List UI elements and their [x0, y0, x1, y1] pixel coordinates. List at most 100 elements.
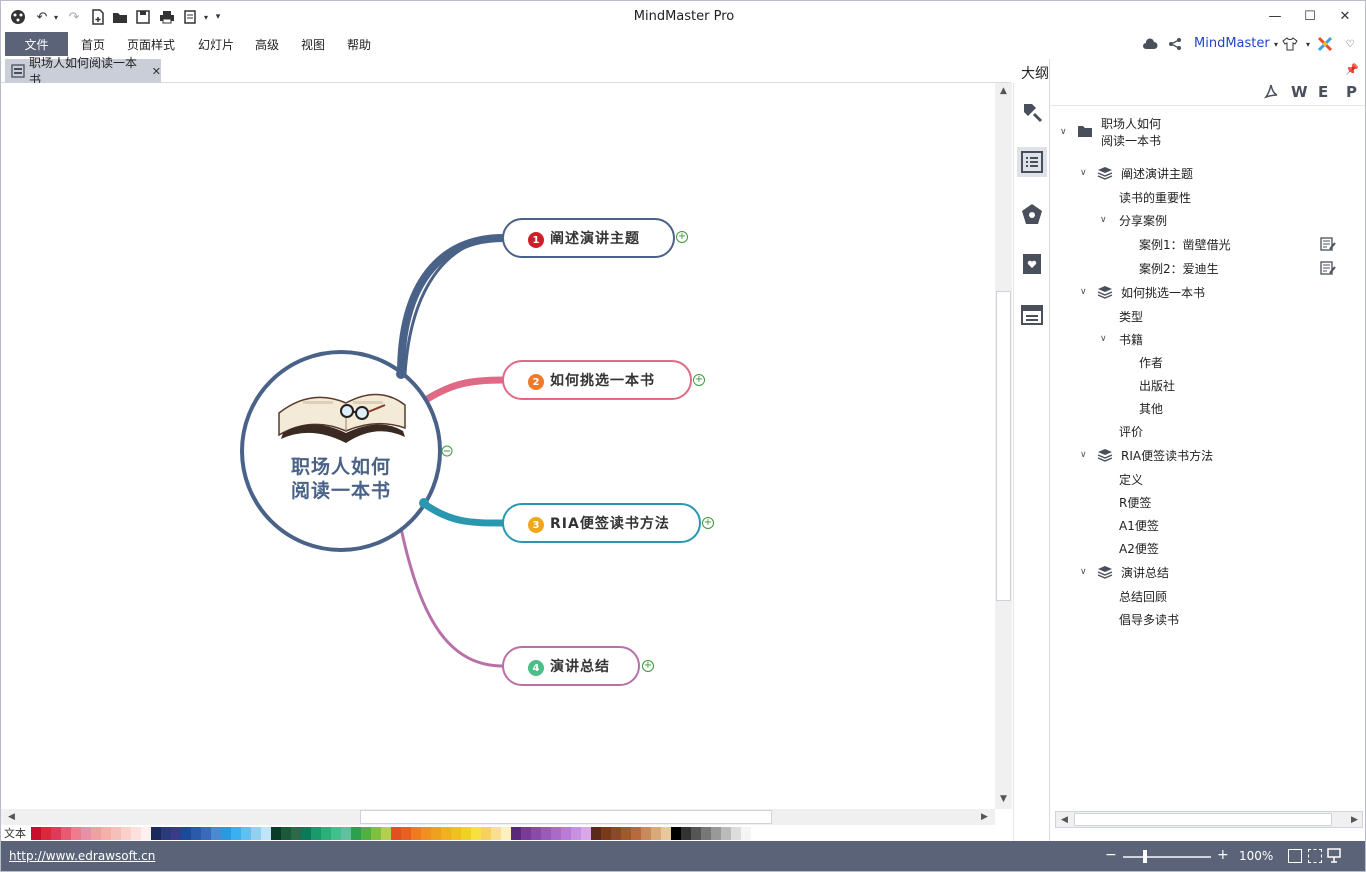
- task-calendar-icon[interactable]: [1017, 299, 1047, 329]
- outline-item[interactable]: 书籍: [1119, 331, 1143, 348]
- outline-scroll-right-icon[interactable]: ▶: [1346, 812, 1363, 828]
- outline-collapse-icon[interactable]: ∨: [1100, 215, 1107, 225]
- vertical-scrollbar[interactable]: ▲ ▼: [995, 83, 1012, 809]
- outline-collapse-icon[interactable]: ∨: [1080, 287, 1087, 297]
- clipart-icon[interactable]: [1017, 199, 1047, 229]
- outline-item[interactable]: 评价: [1119, 423, 1143, 440]
- website-link[interactable]: http://www.edrawsoft.cn: [9, 849, 155, 863]
- file-menu-button[interactable]: 文件: [5, 32, 68, 56]
- outline-item[interactable]: A1便签: [1119, 517, 1159, 534]
- outline-item[interactable]: 类型: [1119, 308, 1143, 325]
- presentation-icon[interactable]: [1327, 848, 1341, 867]
- outline-view-icon[interactable]: [1017, 147, 1047, 177]
- topic-1-expand-icon[interactable]: +: [676, 231, 688, 243]
- outline-root[interactable]: 职场人如何 阅读一本书: [1101, 116, 1161, 150]
- color-swatch[interactable]: [211, 826, 221, 840]
- export-ppt-icon[interactable]: P: [1346, 83, 1357, 101]
- tab-close-icon[interactable]: ✕: [152, 65, 161, 78]
- horizontal-scrollbar[interactable]: ◀ ▶: [1, 809, 995, 825]
- outline-root-collapse-icon[interactable]: ∨: [1060, 127, 1067, 137]
- topic-2-expand-icon[interactable]: +: [693, 374, 705, 386]
- color-swatch[interactable]: [731, 826, 741, 840]
- color-swatch[interactable]: [391, 826, 401, 840]
- menu-item-page-style[interactable]: 页面样式: [127, 36, 175, 53]
- theme-shirt-icon[interactable]: [1281, 35, 1299, 53]
- color-swatch[interactable]: [311, 826, 321, 840]
- color-swatch[interactable]: [581, 826, 591, 840]
- color-swatch[interactable]: [541, 826, 551, 840]
- apps-icon[interactable]: [1316, 35, 1334, 53]
- outline-scroll-left-icon[interactable]: ◀: [1056, 812, 1073, 828]
- format-brush-icon[interactable]: [1017, 97, 1047, 127]
- outline-item[interactable]: 案例1：凿壁借光: [1139, 236, 1231, 253]
- color-swatch[interactable]: [101, 826, 111, 840]
- zoom-slider-track[interactable]: [1123, 856, 1211, 858]
- color-swatch[interactable]: [461, 826, 471, 840]
- outline-item[interactable]: RIA便签读书方法: [1121, 447, 1213, 464]
- outline-item[interactable]: 案例2：爱迪生: [1139, 260, 1219, 277]
- topic-4-expand-icon[interactable]: +: [642, 660, 654, 672]
- color-swatch[interactable]: [171, 826, 181, 840]
- outline-item[interactable]: 总结回顾: [1119, 588, 1167, 605]
- zoom-in-button[interactable]: +: [1217, 847, 1229, 863]
- share-icon[interactable]: [1166, 35, 1184, 53]
- export-excel-icon[interactable]: E: [1318, 83, 1328, 101]
- color-swatch[interactable]: [121, 826, 131, 840]
- color-swatch[interactable]: [91, 826, 101, 840]
- vertical-scroll-thumb[interactable]: [996, 291, 1011, 601]
- outline-item[interactable]: 如何挑选一本书: [1121, 284, 1205, 301]
- scroll-up-icon[interactable]: ▲: [995, 83, 1012, 99]
- color-swatch[interactable]: [701, 826, 711, 840]
- color-swatch[interactable]: [671, 826, 681, 840]
- fit-page-icon[interactable]: [1288, 849, 1302, 863]
- menu-item-help[interactable]: 帮助: [347, 36, 371, 53]
- scroll-right-icon[interactable]: ▶: [976, 809, 993, 825]
- cloud-icon[interactable]: [1141, 35, 1159, 53]
- color-swatch[interactable]: [611, 826, 621, 840]
- scroll-down-icon[interactable]: ▼: [995, 791, 1012, 807]
- outline-item[interactable]: 其他: [1139, 400, 1163, 417]
- outline-item[interactable]: 作者: [1139, 354, 1163, 371]
- color-swatch[interactable]: [71, 826, 81, 840]
- menu-item-view[interactable]: 视图: [301, 36, 325, 53]
- zoom-out-button[interactable]: −: [1105, 847, 1117, 863]
- central-topic-text[interactable]: 职场人如何 阅读一本书: [263, 455, 419, 503]
- color-swatch[interactable]: [381, 826, 391, 840]
- menu-item-advanced[interactable]: 高级: [255, 36, 279, 53]
- color-swatch[interactable]: [301, 826, 311, 840]
- color-swatch[interactable]: [291, 826, 301, 840]
- topic-4[interactable]: 4 演讲总结: [502, 646, 640, 686]
- color-swatch[interactable]: [401, 826, 411, 840]
- outline-collapse-icon[interactable]: ∨: [1080, 450, 1087, 460]
- color-swatch[interactable]: [571, 826, 581, 840]
- minimize-button[interactable]: —: [1257, 5, 1293, 27]
- color-swatch[interactable]: [41, 826, 51, 840]
- color-swatch[interactable]: [191, 826, 201, 840]
- color-swatch[interactable]: [421, 826, 431, 840]
- account-menu[interactable]: MindMaster: [1194, 36, 1270, 51]
- pin-panel-icon[interactable]: 📌: [1345, 63, 1359, 76]
- zoom-slider-thumb[interactable]: [1143, 850, 1147, 863]
- color-swatch[interactable]: [591, 826, 601, 840]
- outline-collapse-icon[interactable]: ∨: [1080, 168, 1087, 178]
- maximize-button[interactable]: ☐: [1292, 5, 1328, 27]
- outline-collapse-icon[interactable]: ∨: [1080, 567, 1087, 577]
- color-swatch[interactable]: [631, 826, 641, 840]
- color-swatch[interactable]: [481, 826, 491, 840]
- color-swatch[interactable]: [411, 826, 421, 840]
- note-icon[interactable]: [1320, 237, 1336, 251]
- horizontal-scroll-thumb[interactable]: [360, 810, 772, 824]
- color-swatch[interactable]: [681, 826, 691, 840]
- outline-item[interactable]: A2便签: [1119, 540, 1159, 557]
- color-swatch[interactable]: [521, 826, 531, 840]
- topic-3[interactable]: 3 RIA便签读书方法: [502, 503, 701, 543]
- outline-item[interactable]: 定义: [1119, 471, 1143, 488]
- color-swatch[interactable]: [371, 826, 381, 840]
- note-icon[interactable]: [1320, 261, 1336, 275]
- color-swatch[interactable]: [601, 826, 611, 840]
- color-swatch[interactable]: [201, 826, 211, 840]
- menu-item-slides[interactable]: 幻灯片: [198, 36, 234, 53]
- color-swatch[interactable]: [721, 826, 731, 840]
- color-swatch[interactable]: [111, 826, 121, 840]
- color-swatch[interactable]: [741, 826, 751, 840]
